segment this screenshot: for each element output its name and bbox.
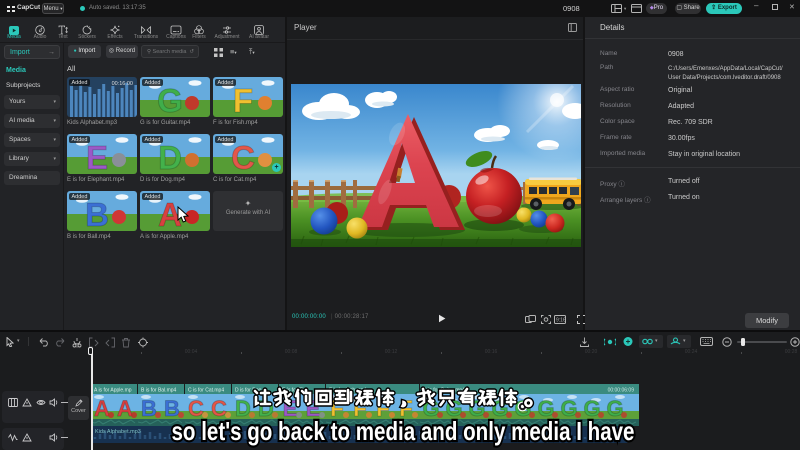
svg-text:D: D	[158, 139, 182, 174]
svg-text:9:16: 9:16	[556, 318, 566, 324]
svg-text:C: C	[231, 139, 255, 174]
svg-text:E: E	[86, 139, 108, 174]
svg-text:B: B	[85, 196, 109, 231]
svg-text:so let's go back to media and: so let's go back to media and only media…	[172, 416, 635, 446]
svg-text:00:16:00: 00:16:00	[112, 81, 133, 87]
svg-text:G: G	[157, 82, 183, 117]
svg-text:F: F	[233, 82, 253, 117]
